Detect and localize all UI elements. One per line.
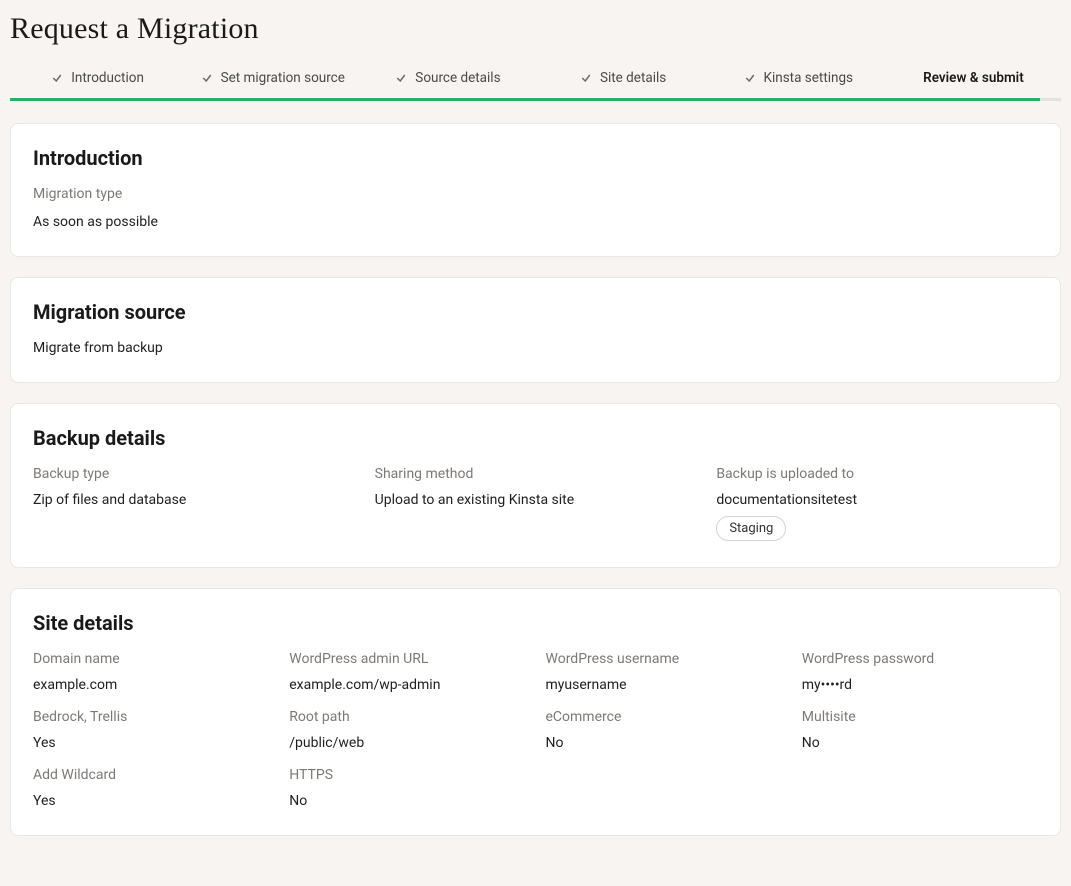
step-label: Review & submit <box>923 70 1024 86</box>
value-backup-type: Zip of files and database <box>33 492 355 508</box>
label-backup-type: Backup type <box>33 466 355 482</box>
progress-fill <box>10 98 1040 101</box>
cell-wp-password: WordPress password my••••rd <box>802 651 1038 693</box>
step-label: Kinsta settings <box>764 70 854 86</box>
label-wp-username: WordPress username <box>546 651 782 667</box>
step-label: Set migration source <box>221 70 345 86</box>
label-multisite: Multisite <box>802 709 1038 725</box>
card-introduction: Introduction Migration type As soon as p… <box>10 123 1061 257</box>
label-ecommerce: eCommerce <box>546 709 782 725</box>
stepper: Introduction Set migration source Source… <box>10 64 1061 96</box>
cell-multisite: Multisite No <box>802 709 1038 751</box>
value-root-path: /public/web <box>289 735 525 751</box>
cell-backup-type: Backup type Zip of files and database <box>33 466 355 541</box>
value-https: No <box>289 793 525 809</box>
label-bedrock-trellis: Bedrock, Trellis <box>33 709 269 725</box>
value-migration-type: As soon as possible <box>33 214 1038 230</box>
card-heading: Backup details <box>33 426 1038 450</box>
cell-ecommerce: eCommerce No <box>546 709 782 751</box>
label-domain-name: Domain name <box>33 651 269 667</box>
label-https: HTTPS <box>289 767 525 783</box>
label-wp-password: WordPress password <box>802 651 1038 667</box>
step-source-details[interactable]: Source details <box>360 64 535 96</box>
cell-domain-name: Domain name example.com <box>33 651 269 693</box>
value-wp-username: myusername <box>546 677 782 693</box>
page-title: Request a Migration <box>10 12 1061 46</box>
label-uploaded-to: Backup is uploaded to <box>716 466 1038 482</box>
cell-https: HTTPS No <box>289 767 525 809</box>
env-pill: Staging <box>716 516 786 541</box>
cell-wp-username: WordPress username myusername <box>546 651 782 693</box>
cell-add-wildcard: Add Wildcard Yes <box>33 767 269 809</box>
check-icon <box>201 72 213 84</box>
label-root-path: Root path <box>289 709 525 725</box>
cell-root-path: Root path /public/web <box>289 709 525 751</box>
check-icon <box>744 72 756 84</box>
card-heading: Migration source <box>33 300 1038 324</box>
card-backup-details: Backup details Backup type Zip of files … <box>10 403 1061 568</box>
step-label: Site details <box>600 70 666 86</box>
step-introduction[interactable]: Introduction <box>10 64 185 96</box>
value-wp-password: my••••rd <box>802 677 1038 693</box>
card-migration-source: Migration source Migrate from backup <box>10 277 1061 383</box>
check-icon <box>395 72 407 84</box>
value-migration-source: Migrate from backup <box>33 340 1038 356</box>
value-domain-name: example.com <box>33 677 269 693</box>
step-label: Introduction <box>71 70 144 86</box>
label-migration-type: Migration type <box>33 186 1038 202</box>
step-set-migration-source[interactable]: Set migration source <box>185 64 360 96</box>
step-label: Source details <box>415 70 500 86</box>
value-add-wildcard: Yes <box>33 793 269 809</box>
cell-uploaded-to: Backup is uploaded to documentationsitet… <box>716 466 1038 541</box>
step-site-details[interactable]: Site details <box>536 64 711 96</box>
cell-wp-admin-url: WordPress admin URL example.com/wp-admin <box>289 651 525 693</box>
card-site-details: Site details Domain name example.com Wor… <box>10 588 1061 836</box>
card-heading: Site details <box>33 611 1038 635</box>
check-icon <box>580 72 592 84</box>
value-uploaded-to: documentationsitetest <box>716 492 1038 508</box>
label-sharing-method: Sharing method <box>375 466 697 482</box>
step-review-submit[interactable]: Review & submit <box>886 64 1061 96</box>
value-bedrock-trellis: Yes <box>33 735 269 751</box>
label-wp-admin-url: WordPress admin URL <box>289 651 525 667</box>
cell-bedrock-trellis: Bedrock, Trellis Yes <box>33 709 269 751</box>
value-ecommerce: No <box>546 735 782 751</box>
value-sharing-method: Upload to an existing Kinsta site <box>375 492 697 508</box>
step-kinsta-settings[interactable]: Kinsta settings <box>711 64 886 96</box>
value-wp-admin-url: example.com/wp-admin <box>289 677 525 693</box>
label-add-wildcard: Add Wildcard <box>33 767 269 783</box>
value-multisite: No <box>802 735 1038 751</box>
progress-track <box>10 98 1061 101</box>
cell-sharing-method: Sharing method Upload to an existing Kin… <box>375 466 697 541</box>
card-heading: Introduction <box>33 146 1038 170</box>
check-icon <box>51 72 63 84</box>
